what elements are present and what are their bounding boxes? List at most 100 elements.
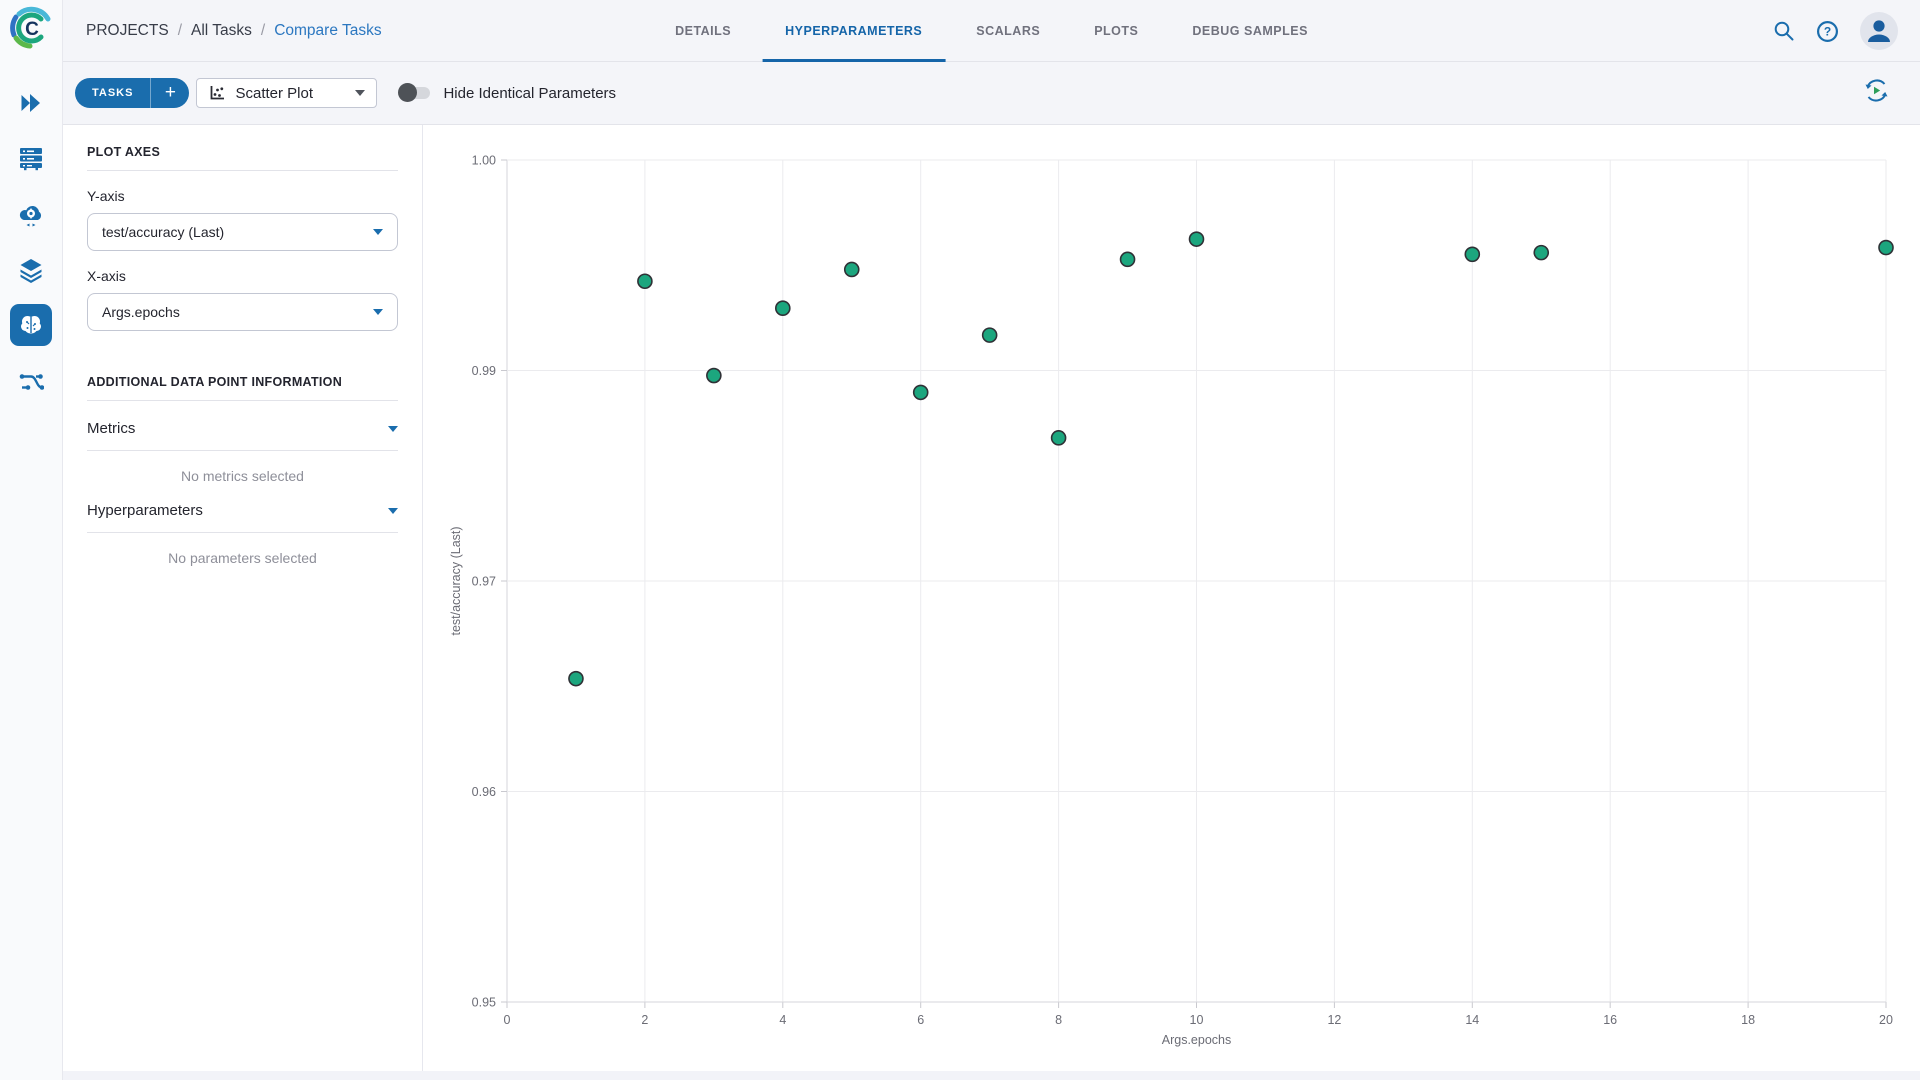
scatter-point[interactable] bbox=[1534, 246, 1548, 260]
x-tick-label: 12 bbox=[1327, 1013, 1341, 1027]
clearml-logo[interactable]: C bbox=[8, 5, 54, 51]
user-avatar[interactable] bbox=[1860, 12, 1898, 50]
tab-scalars[interactable]: SCALARS bbox=[949, 0, 1067, 62]
help-button[interactable]: ? bbox=[1816, 20, 1839, 43]
tab-debug-samples[interactable]: DEBUG SAMPLES bbox=[1165, 0, 1335, 62]
scatter-point[interactable] bbox=[845, 262, 859, 276]
clearml-compare-tasks-page: { "header": { "breadcrumb": { "items": [… bbox=[0, 0, 1920, 1080]
projects-icon bbox=[18, 90, 44, 116]
x-tick-label: 0 bbox=[504, 1013, 511, 1027]
metrics-collapsible[interactable]: Metrics bbox=[87, 401, 398, 451]
x-axis-title: Args.epochs bbox=[1162, 1033, 1231, 1047]
scatter-point[interactable] bbox=[707, 369, 721, 383]
x-axis-label: X-axis bbox=[87, 268, 398, 284]
plot-type-value: Scatter Plot bbox=[235, 85, 313, 102]
auto-refresh-icon bbox=[1863, 77, 1890, 104]
hyperparameters-collapsible[interactable]: Hyperparameters bbox=[87, 493, 398, 533]
chevron-down-icon bbox=[388, 426, 398, 432]
plot-axes-title: PLOT AXES bbox=[87, 145, 398, 171]
chevron-down-icon bbox=[373, 309, 383, 315]
user-icon bbox=[1860, 12, 1898, 50]
y-tick-label: 0.99 bbox=[472, 364, 496, 378]
brain-icon bbox=[18, 312, 44, 338]
top-header-bar: PROJECTS / All Tasks / Compare Tasks DET… bbox=[63, 0, 1920, 62]
y-tick-label: 0.95 bbox=[472, 996, 496, 1010]
chevron-down-icon bbox=[388, 508, 398, 514]
datasets-icon bbox=[18, 257, 44, 283]
hide-identical-label: Hide Identical Parameters bbox=[443, 85, 616, 102]
search-button[interactable] bbox=[1773, 20, 1795, 42]
scatter-point[interactable] bbox=[1190, 232, 1204, 246]
hyperparameters-label: Hyperparameters bbox=[87, 502, 203, 519]
header-right-icons: ? bbox=[1773, 0, 1898, 62]
y-axis-value: test/accuracy (Last) bbox=[102, 224, 224, 240]
metrics-label: Metrics bbox=[87, 420, 135, 437]
scatter-point[interactable] bbox=[1879, 241, 1893, 255]
scatter-plot-icon bbox=[208, 84, 226, 102]
search-icon bbox=[1773, 20, 1795, 42]
sidebar-item-workers-queues[interactable] bbox=[18, 145, 44, 171]
breadcrumb-compare-tasks: Compare Tasks bbox=[274, 22, 381, 40]
x-axis-select[interactable]: Args.epochs bbox=[87, 293, 398, 331]
bottom-strip bbox=[63, 1071, 1920, 1080]
sidebar-item-datasets[interactable] bbox=[18, 257, 44, 283]
toggle-knob bbox=[398, 83, 417, 102]
section-gap bbox=[87, 331, 398, 375]
page-tabs: DETAILS HYPERPARAMETERS SCALARS PLOTS DE… bbox=[648, 0, 1335, 62]
sidebar-item-active-brain[interactable] bbox=[10, 304, 52, 346]
y-axis-select[interactable]: test/accuracy (Last) bbox=[87, 213, 398, 251]
breadcrumb-separator: / bbox=[261, 22, 265, 40]
help-icon: ? bbox=[1816, 20, 1839, 43]
x-axis-value: Args.epochs bbox=[102, 304, 180, 320]
scatter-point[interactable] bbox=[1465, 247, 1479, 261]
scatter-point[interactable] bbox=[1052, 431, 1066, 445]
breadcrumb-projects[interactable]: PROJECTS bbox=[86, 22, 169, 40]
tab-details[interactable]: DETAILS bbox=[648, 0, 758, 62]
workers-queues-icon bbox=[18, 145, 44, 171]
x-tick-label: 16 bbox=[1603, 1013, 1617, 1027]
breadcrumb: PROJECTS / All Tasks / Compare Tasks bbox=[86, 0, 382, 62]
scatter-point[interactable] bbox=[1121, 252, 1135, 266]
tasks-split-button: TASKS + bbox=[75, 78, 189, 108]
scatter-chart[interactable]: 024681012141618201.000.990.970.960.95Arg… bbox=[423, 125, 1920, 1071]
plot-type-select[interactable]: Scatter Plot bbox=[196, 78, 377, 108]
tasks-button[interactable]: TASKS bbox=[75, 78, 150, 108]
x-tick-label: 20 bbox=[1879, 1013, 1893, 1027]
x-tick-label: 4 bbox=[779, 1013, 786, 1027]
breadcrumb-separator: / bbox=[178, 22, 182, 40]
tab-hyperparameters[interactable]: HYPERPARAMETERS bbox=[758, 0, 949, 62]
metrics-empty-state: No metrics selected bbox=[87, 468, 398, 484]
breadcrumb-all-tasks[interactable]: All Tasks bbox=[191, 22, 252, 40]
y-axis-title: test/accuracy (Last) bbox=[449, 526, 463, 635]
pipelines-icon bbox=[18, 369, 44, 395]
cloud-access-icon bbox=[18, 201, 44, 227]
chevron-down-icon bbox=[355, 90, 365, 96]
sidebar-item-cloud-access[interactable] bbox=[18, 201, 44, 227]
clearml-logo-icon: C bbox=[8, 5, 54, 51]
y-tick-label: 0.96 bbox=[472, 785, 496, 799]
tab-plots[interactable]: PLOTS bbox=[1067, 0, 1165, 62]
sidebar-item-pipelines[interactable] bbox=[18, 369, 44, 395]
x-tick-label: 10 bbox=[1190, 1013, 1204, 1027]
additional-info-title: ADDITIONAL DATA POINT INFORMATION bbox=[87, 375, 398, 401]
y-tick-label: 0.97 bbox=[472, 575, 496, 589]
hide-identical-toggle[interactable] bbox=[400, 87, 430, 99]
main-content: PLOT AXES Y-axis test/accuracy (Last) X-… bbox=[63, 125, 1920, 1080]
chevron-down-icon bbox=[373, 229, 383, 235]
scatter-point[interactable] bbox=[638, 274, 652, 288]
hyperparameters-empty-state: No parameters selected bbox=[87, 550, 398, 566]
x-tick-label: 6 bbox=[917, 1013, 924, 1027]
sidebar-item-projects[interactable] bbox=[18, 90, 44, 116]
scatter-point[interactable] bbox=[983, 328, 997, 342]
y-axis-label: Y-axis bbox=[87, 188, 398, 204]
x-tick-label: 14 bbox=[1465, 1013, 1479, 1027]
plot-settings-panel: PLOT AXES Y-axis test/accuracy (Last) X-… bbox=[63, 125, 423, 1080]
scatter-point[interactable] bbox=[569, 672, 583, 686]
hide-identical-toggle-wrap: Hide Identical Parameters bbox=[400, 85, 616, 102]
x-tick-label: 18 bbox=[1741, 1013, 1755, 1027]
scatter-point[interactable] bbox=[776, 301, 790, 315]
scatter-point[interactable] bbox=[914, 385, 928, 399]
add-task-button[interactable]: + bbox=[151, 78, 189, 108]
compare-toolbar: TASKS + Scatter Plot Hide Identical Para… bbox=[63, 62, 1920, 125]
auto-refresh-button[interactable] bbox=[1863, 77, 1890, 109]
